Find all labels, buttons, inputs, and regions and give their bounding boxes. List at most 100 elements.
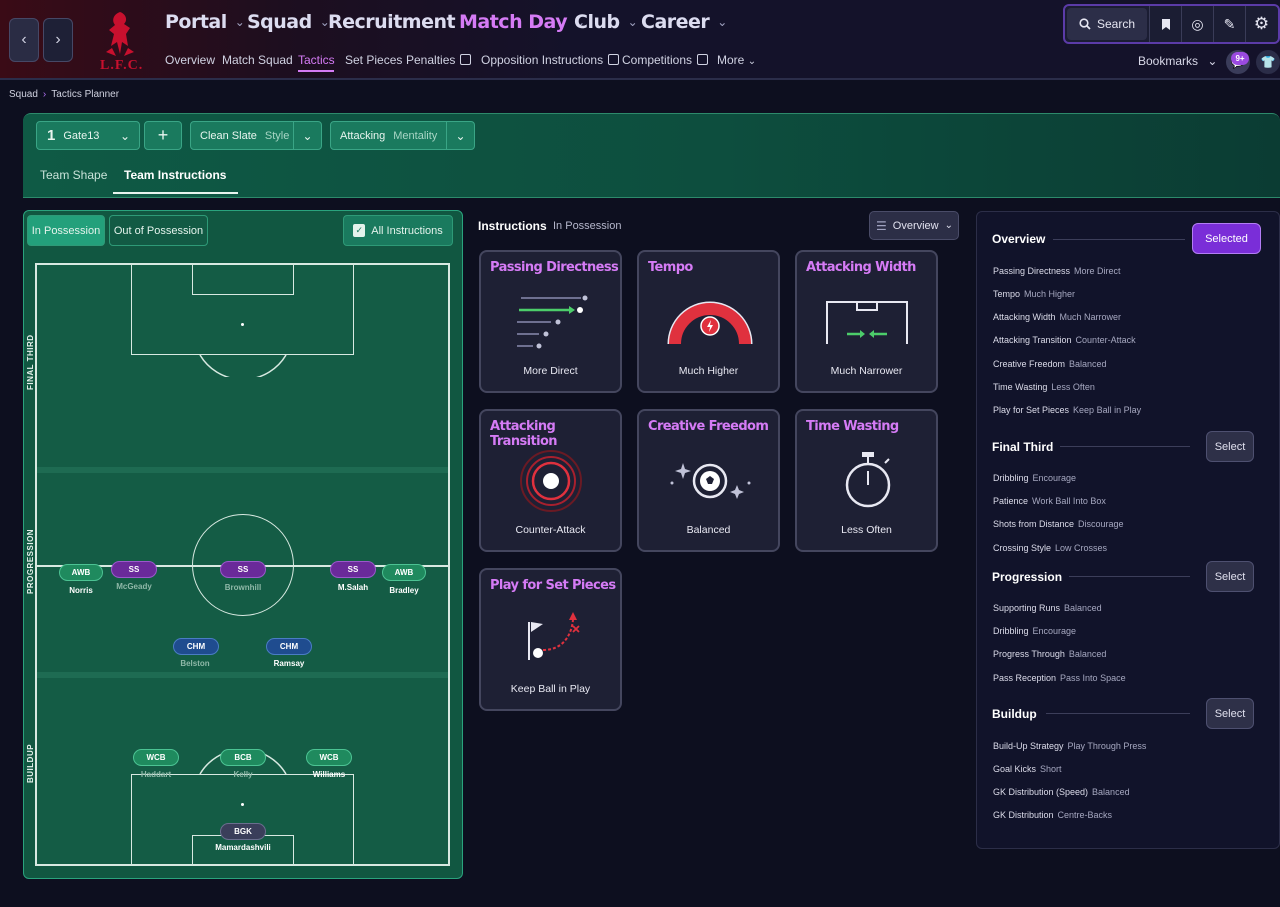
overview-panel	[976, 211, 1280, 849]
instruction-card-attacking-transition[interactable]: Attacking Transition Counter-Attack	[479, 409, 622, 552]
nav-match-day[interactable]: Match Day ⌄	[459, 9, 585, 35]
add-tactic-button[interactable]: +	[144, 121, 182, 150]
subnav-overview[interactable]: Overview	[165, 53, 215, 67]
divider	[1053, 239, 1185, 240]
player-role-pill[interactable]: CHM	[173, 638, 219, 655]
nav-club[interactable]: Club ⌄	[574, 9, 638, 35]
out-of-possession-button[interactable]: Out of Possession	[109, 215, 208, 246]
penalty-spot	[241, 323, 244, 326]
player-name: Ramsay	[273, 659, 305, 668]
search-button[interactable]: Search	[1067, 8, 1147, 40]
target-rings-icon	[520, 450, 582, 512]
pencil-icon: ✎	[1223, 15, 1236, 32]
breadcrumb-squad[interactable]: Squad	[9, 89, 38, 100]
card-value: Balanced	[686, 524, 731, 536]
divider	[23, 197, 1280, 198]
chevron-down-icon: ⌄	[747, 56, 757, 67]
tempo-gauge-icon	[667, 301, 753, 345]
nav-portal[interactable]: Portal ⌄	[165, 9, 245, 35]
overview-item: Build-Up Strategy Play Through Press	[993, 741, 1147, 751]
view-dropdown[interactable]: ☰ Overview ⌄	[869, 211, 959, 240]
section-title-final-third: Final Third	[992, 440, 1054, 454]
instructions-subtitle: In Possession	[553, 220, 622, 232]
select-buildup-button[interactable]: Select	[1206, 698, 1254, 729]
club-crest-icon[interactable]	[100, 8, 140, 60]
chevron-down-icon: ⌄	[717, 15, 727, 29]
chevron-right-icon: ›	[55, 31, 61, 48]
instruction-card-time-wasting[interactable]: Time Wasting Less Often	[795, 409, 938, 552]
nav-squad[interactable]: Squad ⌄	[247, 9, 330, 35]
tab-team-instructions[interactable]: Team Instructions	[124, 168, 226, 182]
section-title-buildup: Buildup	[992, 707, 1037, 721]
chevron-left-icon: ‹	[21, 31, 27, 48]
forward-button[interactable]: ›	[43, 18, 73, 62]
subnav-tactics[interactable]: Tactics	[298, 53, 335, 67]
breadcrumb: Squad › Tactics Planner	[9, 89, 119, 100]
player-role-pill[interactable]: SS	[111, 561, 157, 578]
tab-team-shape[interactable]: Team Shape	[40, 168, 107, 182]
style-dropdown[interactable]: Clean Slate Style ⌄	[190, 121, 322, 150]
overview-item: Attacking Width Much Narrower	[993, 312, 1122, 322]
subnav-opposition-instructions[interactable]: Opposition Instructions	[481, 53, 620, 67]
in-possession-button[interactable]: In Possession	[27, 215, 105, 246]
chevron-right-icon: ›	[42, 89, 47, 100]
bookmarks-dropdown[interactable]: Bookmarks ⌄	[1138, 54, 1217, 68]
subnav-match-squad[interactable]: Match Squad	[222, 53, 293, 67]
globe-button[interactable]: ◎	[1181, 6, 1213, 42]
player-name: Brownhill	[224, 583, 262, 592]
player-role-pill[interactable]: WCB	[133, 749, 179, 766]
overview-item: Goal Kicks Short	[993, 764, 1062, 774]
back-button[interactable]: ‹	[9, 18, 39, 62]
subnav-competitions[interactable]: Competitions	[622, 53, 709, 67]
subnav-set-pieces[interactable]: Set Pieces	[345, 53, 402, 67]
all-instructions-button[interactable]: ✓ All Instructions	[343, 215, 453, 246]
stopwatch-icon	[845, 452, 891, 508]
edit-button[interactable]: ✎	[1213, 6, 1245, 42]
divider	[1046, 713, 1190, 714]
bookmark-button[interactable]	[1149, 6, 1181, 42]
crest-text: L.F.C.	[100, 58, 144, 73]
card-value: Counter-Attack	[515, 524, 586, 536]
card-value: Less Often	[841, 524, 892, 536]
player-role-pill[interactable]: WCB	[306, 749, 352, 766]
mentality-dropdown[interactable]: Attacking Mentality ⌄	[330, 121, 475, 150]
settings-button[interactable]: ⚙	[1245, 6, 1277, 42]
player-role-pill[interactable]: CHM	[266, 638, 312, 655]
player-role-pill[interactable]: BCB	[220, 749, 266, 766]
select-progression-button[interactable]: Select	[1206, 561, 1254, 592]
kit-button[interactable]: 👕	[1256, 50, 1280, 74]
overview-item: Attacking Transition Counter-Attack	[993, 335, 1136, 345]
bookmark-icon	[1161, 18, 1170, 30]
player-role-pill[interactable]: BGK	[220, 823, 266, 840]
shirt-icon: 👕	[1260, 55, 1276, 69]
penalty-arc-top	[199, 355, 287, 377]
goal-width-icon	[826, 301, 908, 344]
instruction-card-passing-directness[interactable]: Passing Directness More Direct	[479, 250, 622, 393]
player-role-pill[interactable]: SS	[220, 561, 266, 578]
player-role-pill[interactable]: SS	[330, 561, 376, 578]
nav-recruitment[interactable]: Recruitment ⌄	[328, 9, 473, 35]
select-final-third-button[interactable]: Select	[1206, 431, 1254, 462]
overview-item: Progress Through Balanced	[993, 649, 1107, 659]
subnav-penalties[interactable]: Penalties	[406, 53, 472, 67]
player-role-pill[interactable]: AWB	[382, 564, 426, 581]
checklist-icon: ✓	[353, 224, 366, 237]
chevron-down-icon: ⌄	[627, 15, 638, 29]
overview-item: Time Wasting Less Often	[993, 382, 1095, 392]
instruction-card-tempo[interactable]: Tempo Much Higher	[637, 250, 780, 393]
instruction-card-creative-freedom[interactable]: Creative Freedom Balanced	[637, 409, 780, 552]
nav-career[interactable]: Career ⌄	[641, 9, 727, 35]
search-icon	[1079, 18, 1091, 30]
sparkle-ball-icon	[670, 463, 751, 499]
overview-item: Patience Work Ball Into Box	[993, 496, 1106, 506]
instruction-card-attacking-width[interactable]: Attacking Width Much Narrower	[795, 250, 938, 393]
penalty-spot	[241, 803, 244, 806]
external-link-icon	[697, 54, 709, 65]
card-title: Play for Set Pieces	[490, 578, 616, 593]
tactic-slot-dropdown[interactable]: 1 Gate13 ⌄	[36, 121, 140, 150]
overview-item: GK Distribution Centre-Backs	[993, 810, 1113, 820]
selected-button[interactable]: Selected	[1192, 223, 1261, 254]
instruction-card-play-for-set-pieces[interactable]: Play for Set Pieces Keep Ball in Play	[479, 568, 622, 711]
player-role-pill[interactable]: AWB	[59, 564, 103, 581]
subnav-more[interactable]: More ⌄	[717, 53, 756, 67]
